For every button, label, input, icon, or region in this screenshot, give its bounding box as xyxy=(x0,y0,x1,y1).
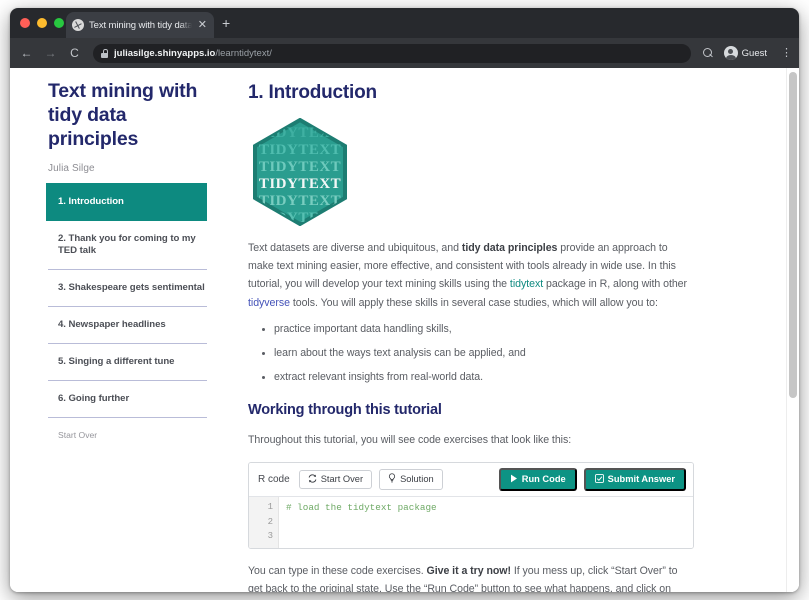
start-over-button[interactable]: Start Over xyxy=(298,469,373,490)
url-path: /learntidytext/ xyxy=(215,47,272,59)
lock-icon xyxy=(101,48,109,58)
intro-text-part1: Text datasets are diverse and ubiquitous… xyxy=(248,242,462,254)
intro-text-part4: tools. You will apply these skills in se… xyxy=(289,296,658,309)
subsection-heading: Working through this tutorial xyxy=(248,401,442,418)
tutorial-sidebar: Text mining with tidy data principles Ju… xyxy=(10,80,225,592)
tab-favicon-icon xyxy=(72,19,84,31)
reload-icon[interactable]: C xyxy=(66,45,83,62)
play-icon xyxy=(510,474,518,485)
section-heading: 1. Introduction xyxy=(248,82,377,103)
code-language-label: R code xyxy=(258,474,290,486)
sidebar-item-going-further[interactable]: 6. Going further xyxy=(48,380,207,417)
checkbox-icon xyxy=(594,473,604,485)
sidebar-item-shakespeare[interactable]: 3. Shakespeare gets sentimental xyxy=(48,269,207,306)
svg-text:TIDYTEXT: TIDYTEXT xyxy=(259,142,341,158)
window-controls xyxy=(20,18,64,28)
back-icon[interactable]: ← xyxy=(18,45,35,62)
avatar-icon xyxy=(723,46,738,60)
svg-text:TIDYTEXT: TIDYTEXT xyxy=(259,193,341,209)
profile-button[interactable]: Guest xyxy=(722,45,774,61)
page-scrollbar[interactable] xyxy=(786,68,799,592)
tab-title: Text mining with tidy data princ xyxy=(89,19,192,31)
submit-answer-button[interactable]: Submit Answer xyxy=(583,467,686,492)
url-domain: juliasilge.shinyapps.io xyxy=(114,47,216,59)
svg-text:TIDYTEXT: TIDYTEXT xyxy=(259,159,341,175)
address-bar[interactable]: juliasilge.shinyapps.io/learntidytext/ xyxy=(93,43,691,63)
svg-text:TIDYTEXT: TIDYTEXT xyxy=(259,176,341,192)
sidebar-start-over-link[interactable]: Start Over xyxy=(48,417,207,440)
sidebar-item-ted-talk[interactable]: 2. Thank you for coming to my TED talk xyxy=(48,221,207,269)
tidytext-link[interactable]: tidytext xyxy=(510,278,543,290)
code-line: # load the tidytext package xyxy=(286,502,437,514)
code-exercise-toolbar: R code Start Over Solution Run Code Subm… xyxy=(249,462,693,498)
closing-bold-phrase: Give it a try now! xyxy=(426,565,512,578)
maximize-window-button[interactable] xyxy=(54,18,64,28)
tidyverse-link[interactable]: tidyverse xyxy=(248,297,290,309)
list-item: practice important data handling skills, xyxy=(274,321,694,338)
tutorial-main-content: 1. Introduction TIDYTEXT TIDYTEXT TIDYTE… xyxy=(225,80,730,592)
solution-button-label: Solution xyxy=(400,474,434,485)
sidebar-item-newspaper-headlines[interactable]: 4. Newspaper headlines xyxy=(48,306,207,343)
profile-label: Guest xyxy=(741,47,767,59)
tidytext-hex-logo-icon: TIDYTEXT TIDYTEXT TIDYTEXT TIDYTEXT TIDY… xyxy=(252,118,348,226)
intro-text-part3: package in R, along with other xyxy=(543,278,688,291)
svg-text:TIDYTEXT: TIDYTEXT xyxy=(259,125,341,141)
run-code-button-label: Run Code xyxy=(521,474,566,485)
line-number: 3 xyxy=(267,531,273,542)
table-of-contents: 1. Introduction 2. Thank you for coming … xyxy=(46,183,207,417)
author-label: Julia Silge xyxy=(48,163,95,175)
scrollbar-thumb[interactable] xyxy=(789,72,797,398)
refresh-icon xyxy=(308,474,317,485)
solution-button[interactable]: Solution xyxy=(379,469,443,490)
code-editor[interactable]: 1 2 3 # load the tidytext package xyxy=(249,497,693,549)
new-tab-icon[interactable]: + xyxy=(222,16,230,30)
browser-toolbar: ← → C juliasilge.shinyapps.io/learntidyt… xyxy=(10,38,799,68)
page-title: Text mining with tidy data principles xyxy=(48,80,198,150)
tab-close-icon[interactable]: ✕ xyxy=(197,19,208,31)
page-viewport: Text mining with tidy data principles Ju… xyxy=(10,68,799,592)
svg-text:TIDYTEXT: TIDYTEXT xyxy=(259,210,341,226)
start-over-button-label: Start Over xyxy=(320,474,364,485)
line-number: 1 xyxy=(267,502,273,513)
sidebar-item-introduction[interactable]: 1. Introduction xyxy=(46,183,207,222)
code-text-area[interactable]: # load the tidytext package xyxy=(279,497,693,548)
list-item: extract relevant insights from real-worl… xyxy=(274,369,694,386)
forward-icon[interactable]: → xyxy=(42,45,59,62)
list-item: learn about the ways text analysis can b… xyxy=(274,345,694,362)
line-number: 2 xyxy=(267,516,273,527)
intro-bold-phrase: tidy data principles xyxy=(461,242,558,254)
browser-tab-strip: Text mining with tidy data princ ✕ + xyxy=(10,8,799,38)
minimize-window-button[interactable] xyxy=(37,18,47,28)
sidebar-item-singing-different-tune[interactable]: 5. Singing a different tune xyxy=(48,343,207,380)
intro-paragraph: Text datasets are diverse and ubiquitous… xyxy=(248,239,694,312)
closing-paragraph: You can type in these code exercises. Gi… xyxy=(248,562,694,592)
close-window-button[interactable] xyxy=(20,18,30,28)
line-number-gutter: 1 2 3 xyxy=(249,497,279,549)
run-code-button[interactable]: Run Code xyxy=(498,467,577,492)
code-exercise-widget: R code Start Over Solution Run Code Subm… xyxy=(248,461,694,550)
browser-menu-icon[interactable]: ⋮ xyxy=(781,47,792,59)
subsection-intro-paragraph: Throughout this tutorial, you will see c… xyxy=(248,433,572,446)
zoom-icon[interactable] xyxy=(702,47,715,60)
browser-window: Text mining with tidy data princ ✕ + ← →… xyxy=(10,8,799,592)
submit-answer-button-label: Submit Answer xyxy=(607,474,675,485)
skills-list: practice important data handling skills,… xyxy=(274,321,694,386)
browser-tab[interactable]: Text mining with tidy data princ ✕ xyxy=(66,12,214,38)
page-content: Text mining with tidy data principles Ju… xyxy=(10,68,786,592)
lightbulb-icon xyxy=(388,473,396,485)
url-text: juliasilge.shinyapps.io/learntidytext/ xyxy=(114,48,272,59)
closing-text-part1: You can type in these code exercises. xyxy=(248,565,427,578)
